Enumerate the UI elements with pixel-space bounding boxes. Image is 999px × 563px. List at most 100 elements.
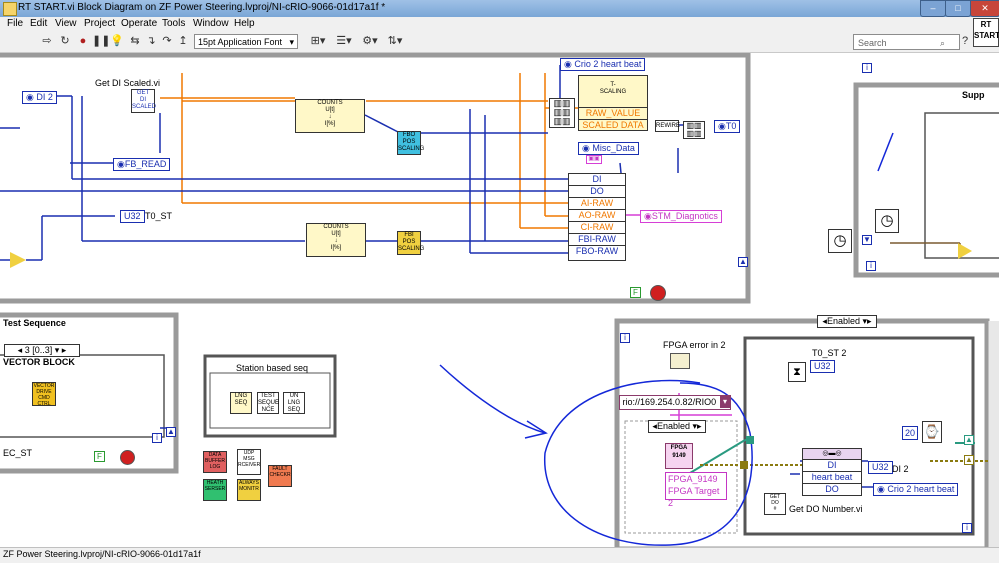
chevron-left-icon[interactable]: ◂ xyxy=(18,345,23,355)
error-cluster-constant[interactable] xyxy=(670,353,690,369)
fpga-diagram-disable-selector[interactable]: ◂Enabled ▾▸ xyxy=(817,315,877,328)
step-out-icon[interactable]: ↥ xyxy=(176,35,190,48)
sequence-case-selector[interactable]: ◂ 3 [0..3] ▾ ▸ xyxy=(4,344,80,357)
chevron-right-icon[interactable]: ▸ xyxy=(697,421,702,431)
wait-ms-icon[interactable]: ◷ xyxy=(875,209,899,233)
menu-help[interactable]: Help xyxy=(234,18,255,29)
di2-terminal[interactable]: ◉ DI 2 xyxy=(22,91,57,104)
chevron-down-icon: ▾ xyxy=(289,37,294,47)
rio-address-control[interactable]: rio://169.254.0.82/RIO0 ▾ xyxy=(619,395,731,410)
data-buffer-log-vi[interactable]: DATA BUFFER LOG xyxy=(203,451,227,473)
bundle-item-ci-raw: CI-RAW xyxy=(569,222,625,234)
bundle-by-name-node[interactable]: DI DO AI-RAW AO-RAW CI-RAW FBI-RAW FBO-R… xyxy=(568,173,626,261)
tick-count-node[interactable]: ⧗ xyxy=(788,362,806,382)
chevron-right-icon[interactable]: ▸ xyxy=(62,345,67,355)
lng-seq-vi[interactable]: LNG SEQ xyxy=(230,392,252,414)
misc-data-constant[interactable]: ▣▣ xyxy=(586,155,602,164)
fbo-pos-scaling[interactable]: FBO POS SCALING xyxy=(397,131,424,155)
compare-node[interactable] xyxy=(958,243,972,259)
t0-st-type-terminal[interactable]: U32 xyxy=(120,210,145,223)
reorder-icon[interactable]: ⇅▾ xyxy=(385,35,405,48)
t0-terminal[interactable]: ◉T0 xyxy=(714,120,741,133)
vi-icon-badge: RT START xyxy=(973,18,999,47)
abort-icon[interactable]: ● xyxy=(76,35,90,48)
menu-project[interactable]: Project xyxy=(84,18,115,29)
crio2-heartbeat-terminal[interactable]: ◉ Crio 2 heart beat xyxy=(560,58,646,71)
chevron-right-icon[interactable]: ▸ xyxy=(867,316,872,326)
build-array-node[interactable]: ▥▥ ▥▥ ▥▥ xyxy=(549,98,575,128)
block-diagram[interactable]: Get DI Scaled.vi GET DI SCALED ◉ DI 2 ◉F… xyxy=(0,53,999,547)
vector-block-label: VECTOR BLOCK xyxy=(3,357,75,367)
counts-scaling-top[interactable]: COUNTS U[t] ↓ I[%] xyxy=(295,99,365,133)
open-fpga-vi-reference[interactable]: FPGA 9149 xyxy=(665,443,693,469)
chevron-down-icon[interactable]: ▾ xyxy=(720,396,730,408)
close-button[interactable]: ✕ xyxy=(970,0,999,17)
di2-u32-terminal[interactable]: U32 xyxy=(868,461,893,474)
project-path: ZF Power Steering.lvproj/NI-cRIO-9066-01… xyxy=(3,549,201,559)
loop-stop-bool-constant[interactable]: F xyxy=(630,287,641,298)
align-objects-icon[interactable]: ⊞▾ xyxy=(308,35,328,48)
fbi-pos-scaling[interactable]: FBI POS SCALING xyxy=(397,231,424,255)
resize-objects-icon[interactable]: ⚙▾ xyxy=(360,35,380,48)
font-select[interactable]: 15pt Application Font ▾ xyxy=(194,34,298,49)
build-array-node-2[interactable]: ▥▥ ▥▥ xyxy=(683,121,705,139)
get-di-scaled-vi[interactable]: GET DI SCALED xyxy=(131,89,156,113)
menu-tools[interactable]: Tools xyxy=(162,18,185,29)
window-title-bar: RT START.vi Block Diagram on ZF Power St… xyxy=(0,0,999,17)
step-over-icon[interactable]: ↷ xyxy=(160,35,174,48)
fb-read-terminal[interactable]: ◉FB_READ xyxy=(113,158,171,171)
highlight-execution-icon[interactable]: 💡 xyxy=(110,35,124,48)
const-20[interactable]: 20 xyxy=(902,426,918,440)
search-input[interactable]: Search ⌕ xyxy=(853,34,960,50)
counts-scaling-bottom[interactable]: COUNTS U[t] ↓ I[%] xyxy=(306,223,366,257)
test-seq-stop-icon[interactable] xyxy=(120,450,135,465)
fpga-inner-shift-register: ▲ xyxy=(964,435,974,445)
stm-diagnotics-terminal[interactable]: ◉STM_Diagnotics xyxy=(640,210,722,223)
help-icon[interactable]: ? xyxy=(958,35,972,48)
get-do-number-label: Get DO Number.vi xyxy=(789,504,863,514)
health-server-vi[interactable]: HEATH SERSER xyxy=(203,479,227,501)
fault-checker-vi[interactable]: FAULT CHECKR xyxy=(268,465,292,487)
crio2-heartbeat-out-terminal[interactable]: ◉ Crio 2 heart beat xyxy=(873,483,959,496)
globe-icon: ◉ xyxy=(877,484,885,494)
pause-icon[interactable]: ❚❚ xyxy=(92,35,110,48)
vector-drive-cmd-ctrl-vi[interactable]: VECTOR DRIVE CMD CTRL xyxy=(32,382,56,407)
always-monitor-vi[interactable]: ALWAYS MONITR xyxy=(237,479,261,501)
distribute-objects-icon[interactable]: ☰▾ xyxy=(334,35,354,48)
test-seq-bool-constant[interactable]: F xyxy=(94,451,105,462)
wait-node[interactable]: ⌚ xyxy=(922,421,942,443)
subtract-node[interactable] xyxy=(10,252,26,268)
step-into-icon[interactable]: ↴ xyxy=(144,35,158,48)
menu-file[interactable]: File xyxy=(7,18,23,29)
run-arrow-icon[interactable]: ⇨ xyxy=(40,35,54,48)
maximize-button[interactable]: □ xyxy=(945,0,971,17)
t0-st2-u32-terminal[interactable]: U32 xyxy=(810,360,835,373)
search-icon[interactable]: ⌕ xyxy=(940,35,945,51)
t0-st2-label: T0_ST 2 xyxy=(812,348,847,358)
fpga-read-write-node[interactable]: ◎▬◎ DI heart beat DO xyxy=(802,448,862,496)
menu-view[interactable]: View xyxy=(55,18,77,29)
menu-operate[interactable]: Operate xyxy=(121,18,157,29)
menu-window[interactable]: Window xyxy=(193,18,229,29)
vertical-scrollbar[interactable] xyxy=(988,321,999,547)
supp-inner-frame xyxy=(924,112,999,259)
menu-edit[interactable]: Edit xyxy=(30,18,47,29)
chevron-down-icon[interactable]: ▾ xyxy=(55,345,60,355)
tick-count-icon[interactable]: ◷ xyxy=(828,229,852,253)
menu-bar: File Edit View Project Operate Tools Win… xyxy=(0,17,999,32)
unlng-seq-vi[interactable]: UN LNG SEQ xyxy=(283,392,305,414)
test-sequence-vi[interactable]: TEST SEQUE NCE xyxy=(257,392,279,414)
misc-data-terminal[interactable]: ◉ Misc_Data xyxy=(578,142,639,155)
t-scaling-vi[interactable]: T- SCALING RAW_VALUE SCALED DATA xyxy=(578,75,648,131)
globe-icon: ◉ xyxy=(26,92,34,102)
fpga-case-selector[interactable]: ◂Enabled ▾▸ xyxy=(648,420,706,433)
udp-msg-receiver-vi[interactable]: UDP MSG RCEIVER xyxy=(237,449,261,475)
loop-stop-icon[interactable] xyxy=(650,285,666,301)
rewire-vi[interactable]: REWIRE xyxy=(655,120,680,132)
get-do-number-vi[interactable]: GET DO # xyxy=(764,493,786,515)
run-continuously-icon[interactable]: ↻ xyxy=(58,35,72,48)
retain-wire-values-icon[interactable]: ⇆ xyxy=(128,35,142,48)
tunnel-green xyxy=(746,436,754,444)
ec-st-label: EC_ST xyxy=(3,448,33,458)
minimize-button[interactable]: – xyxy=(920,0,946,17)
